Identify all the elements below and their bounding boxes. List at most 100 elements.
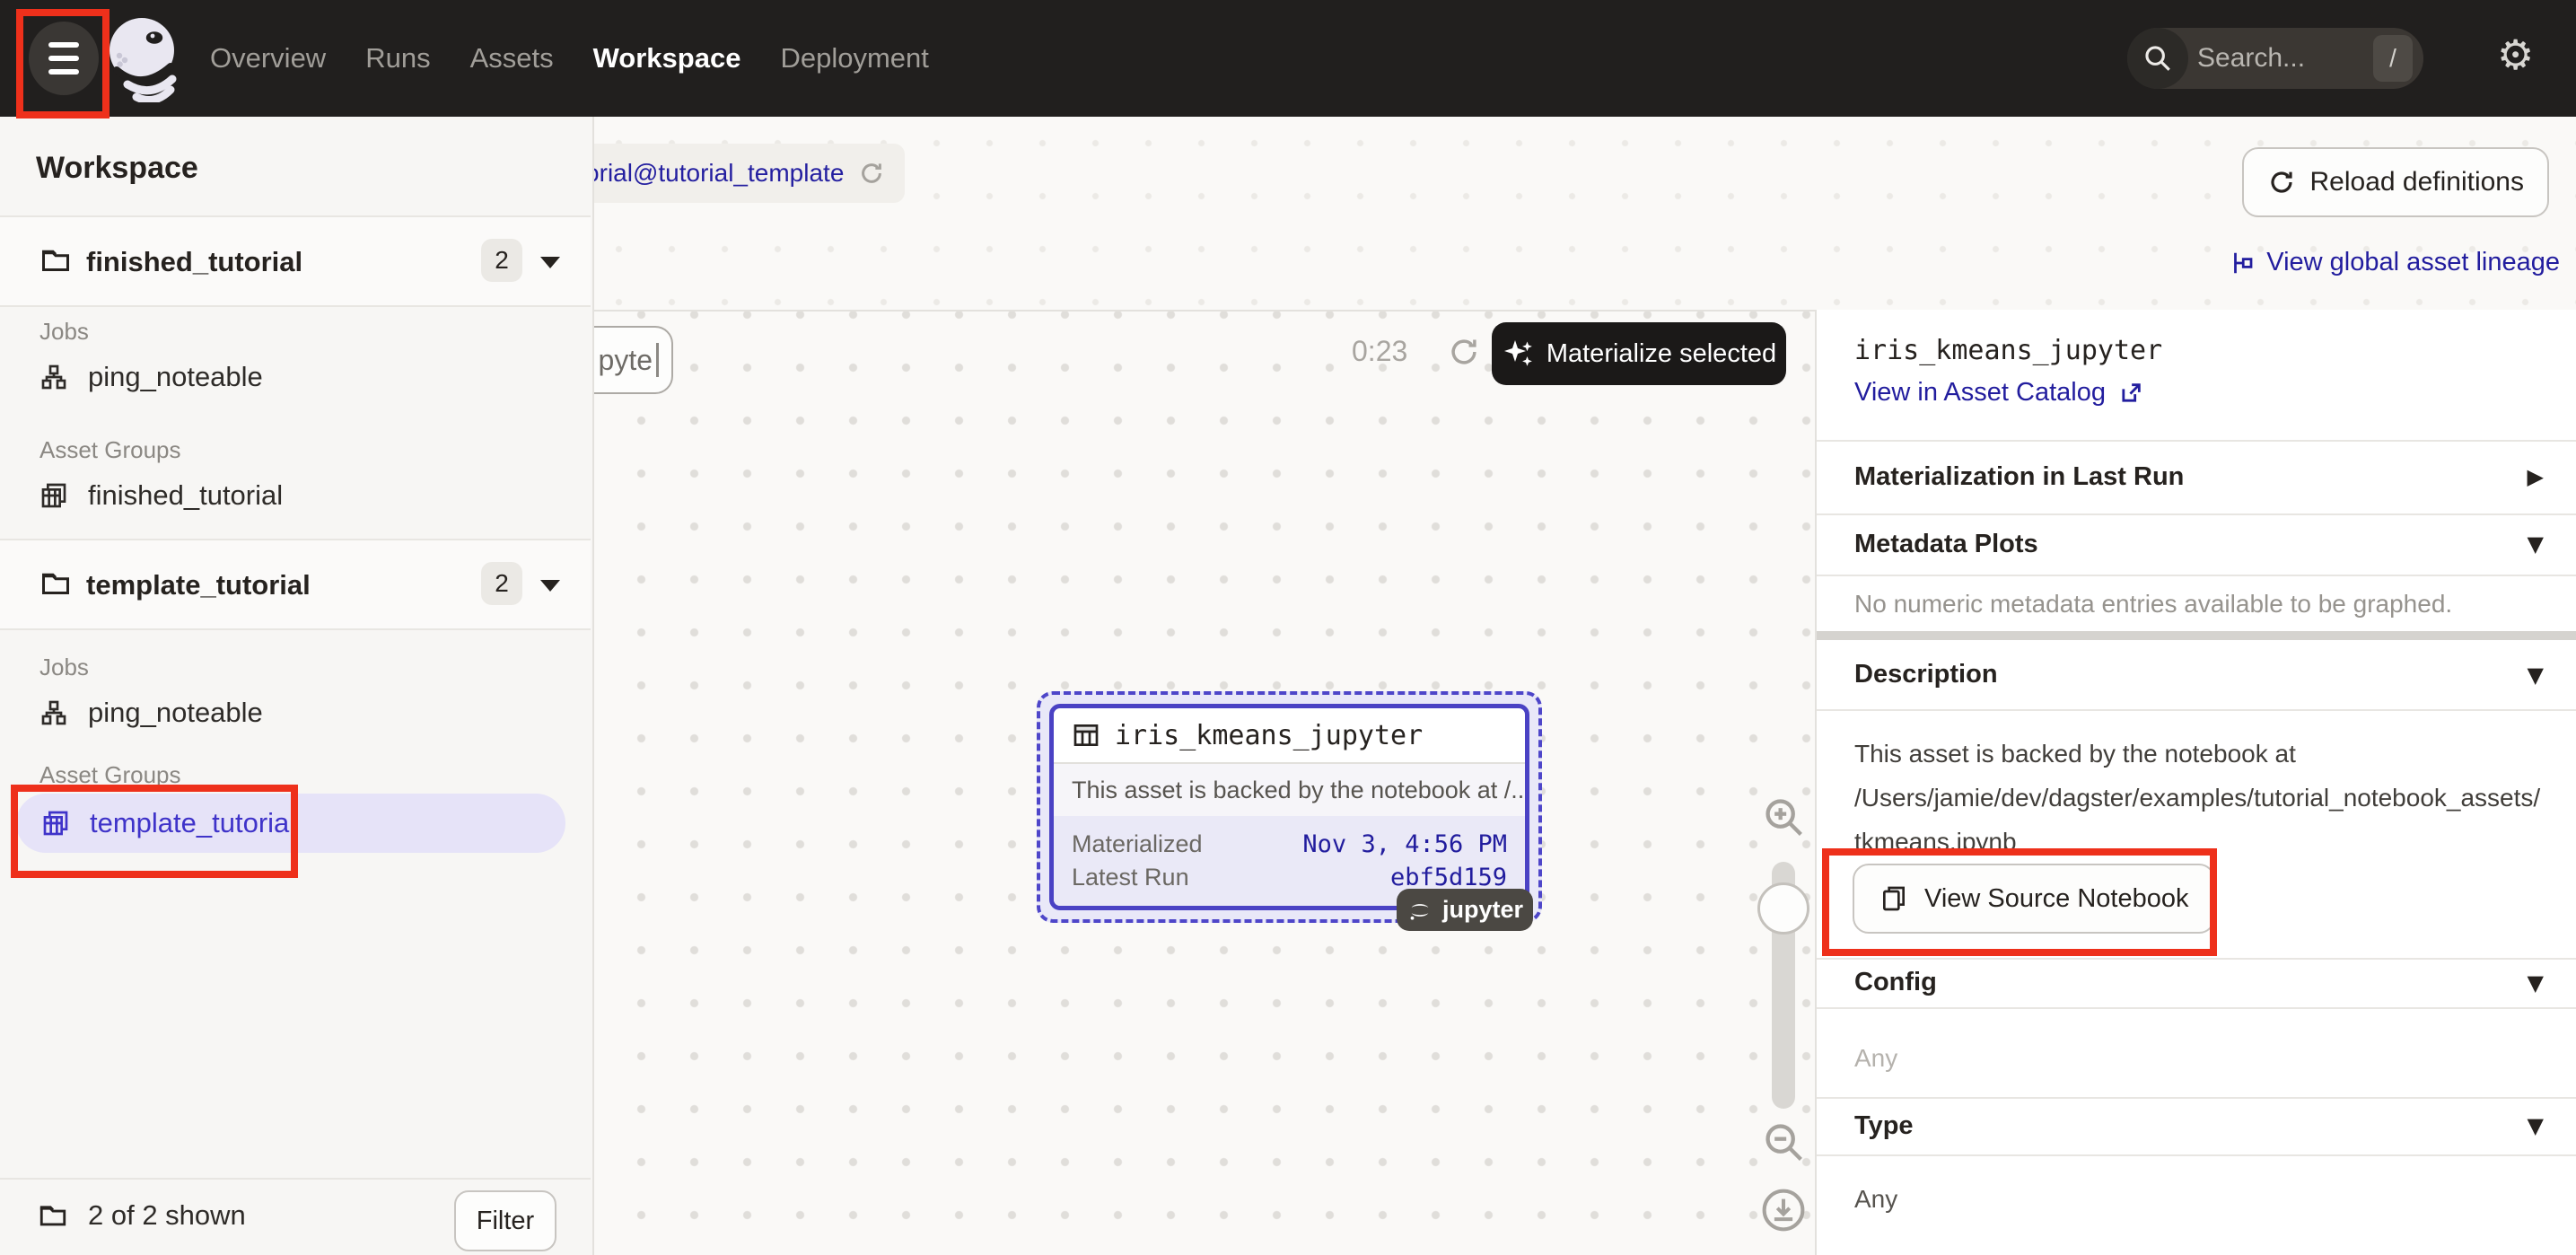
sidebar-item-job-ping-noteable-2[interactable]: ping_noteable	[39, 697, 263, 729]
metadata-plots-empty-text: No numeric metadata entries available to…	[1854, 590, 2452, 619]
asset-node[interactable]: iris_kmeans_jupyter This asset is backed…	[1049, 704, 1529, 910]
section-type[interactable]: Type ▼	[1817, 1097, 2576, 1154]
view-in-asset-catalog-link[interactable]: View in Asset Catalog	[1854, 378, 2143, 408]
asset-group-icon	[39, 481, 68, 510]
sidebar-item-group-template-tutorial-selected[interactable]: template_tutorial	[16, 794, 565, 853]
group-item-label: template_tutorial	[90, 807, 295, 839]
search-input[interactable]	[2188, 43, 2373, 74]
materialized-timestamp[interactable]: Nov 3, 4:56 PM	[1302, 830, 1507, 858]
dagster-app: Overview Runs Assets Workspace Deploymen…	[0, 0, 2576, 1255]
chevron-down-icon[interactable]	[540, 580, 560, 592]
sparkle-icon	[1502, 338, 1534, 370]
reload-definitions-button[interactable]: Reload definitions	[2242, 147, 2550, 217]
filter-button[interactable]: Filter	[454, 1190, 556, 1251]
chevron-down-icon: ▼	[2528, 970, 2544, 996]
repo-row-template-tutorial[interactable]: template_tutorial 2	[0, 540, 591, 628]
job-item-label: ping_noteable	[88, 697, 263, 729]
materialize-selected-label: Materialize selected	[1546, 339, 1776, 369]
gear-icon[interactable]: ⚙	[2497, 31, 2534, 79]
chevron-down-icon: ▼	[2528, 531, 2544, 557]
repo-name: finished_tutorial	[86, 246, 302, 278]
notebook-copy-icon	[1879, 884, 1908, 913]
external-link-icon	[2118, 381, 2143, 406]
jupyter-icon	[1406, 897, 1433, 924]
folder-icon	[39, 244, 72, 276]
download-image-icon[interactable]	[1759, 1186, 1808, 1234]
text-cursor	[656, 343, 659, 377]
lineage-link-label: View global asset lineage	[2266, 248, 2560, 277]
hamburger-menu-button[interactable]	[29, 22, 99, 95]
repo-name: template_tutorial	[86, 569, 311, 601]
repo-row-finished-tutorial[interactable]: finished_tutorial 2	[0, 217, 591, 305]
zoom-in-icon[interactable]	[1761, 794, 1808, 841]
stat-row-latest-run: Latest Run ebf5d159	[1072, 864, 1507, 891]
nav-item-assets[interactable]: Assets	[470, 0, 554, 117]
asset-node-description: This asset is backed by the notebook at …	[1054, 764, 1525, 816]
header-strip: te_tutorial@tutorial_template Reload def…	[592, 117, 2576, 312]
sidebar-item-group-finished-tutorial[interactable]: finished_tutorial	[39, 479, 283, 512]
asset-groups-label: Asset Groups	[39, 436, 181, 464]
asset-node-header: iris_kmeans_jupyter	[1054, 708, 1525, 764]
job-icon	[39, 363, 68, 391]
view-source-notebook-label: View Source Notebook	[1924, 884, 2188, 914]
job-item-label: ping_noteable	[88, 361, 263, 393]
compute-kind-tag-jupyter[interactable]: jupyter	[1397, 889, 1533, 931]
type-value: Any	[1854, 1185, 1897, 1214]
chevron-down-icon: ▼	[2528, 1113, 2544, 1138]
job-icon	[39, 698, 68, 727]
nav-item-runs[interactable]: Runs	[365, 0, 430, 117]
chevron-down-icon[interactable]	[540, 257, 560, 268]
catalog-link-label: View in Asset Catalog	[1854, 378, 2106, 408]
latest-run-id[interactable]: ebf5d159	[1390, 864, 1507, 891]
asset-groups-label: Asset Groups	[39, 761, 181, 789]
folder-icon	[38, 1200, 68, 1231]
asset-details-panel: iris_kmeans_jupyter View in Asset Catalo…	[1815, 310, 2576, 1255]
config-value: Any	[1854, 1044, 1897, 1073]
nav-item-workspace[interactable]: Workspace	[593, 0, 741, 117]
top-nav-bar: Overview Runs Assets Workspace Deploymen…	[0, 0, 2576, 117]
view-source-notebook-button[interactable]: View Source Notebook	[1853, 864, 2215, 934]
zoom-out-icon[interactable]	[1761, 1119, 1808, 1166]
shown-count-label: 2 of 2 shown	[88, 1199, 246, 1232]
nav-item-deployment[interactable]: Deployment	[780, 0, 928, 117]
section-metadata-plots[interactable]: Metadata Plots ▼	[1817, 513, 2576, 575]
reload-icon	[2267, 168, 2296, 197]
asset-node-name: iris_kmeans_jupyter	[1115, 720, 1423, 751]
nav-item-overview[interactable]: Overview	[210, 0, 326, 117]
dagster-logo[interactable]	[106, 14, 181, 102]
sidebar-title: Workspace	[36, 151, 198, 186]
table-icon	[1072, 721, 1100, 750]
sidebar-item-job-ping-noteable[interactable]: ping_noteable	[39, 361, 263, 393]
panel-asset-name: iris_kmeans_jupyter	[1854, 335, 2162, 366]
workspace-sidebar: Workspace finished_tutorial 2 Jobs ping_…	[0, 117, 594, 1255]
chip-text: pyte	[599, 344, 653, 377]
repo-count-badge: 2	[481, 562, 522, 605]
lineage-icon	[2229, 250, 2256, 276]
asset-group-icon	[41, 809, 70, 838]
reload-definitions-label: Reload definitions	[2310, 167, 2525, 197]
sidebar-footer-count: 2 of 2 shown	[38, 1199, 246, 1232]
search-shortcut-key: /	[2373, 35, 2413, 82]
jobs-label: Jobs	[39, 318, 89, 346]
chevron-down-icon: ▼	[2528, 663, 2544, 688]
chevron-right-icon: ▶	[2528, 464, 2544, 489]
section-description[interactable]: Description ▼	[1817, 640, 2576, 709]
section-config[interactable]: Config ▼	[1817, 958, 2576, 1007]
description-text: This asset is backed by the notebook at …	[1854, 732, 2542, 864]
asset-graph-canvas[interactable]: pyte 0:23 Materialize selected	[592, 310, 1815, 1255]
search-box[interactable]: /	[2127, 28, 2423, 89]
refresh-timer: 0:23	[1352, 335, 1407, 368]
main-nav: Overview Runs Assets Workspace Deploymen…	[210, 0, 929, 117]
refresh-icon[interactable]	[1447, 335, 1481, 369]
zoom-slider-handle[interactable]	[1757, 882, 1809, 935]
stat-row-materialized: Materialized Nov 3, 4:56 PM	[1072, 830, 1507, 858]
view-global-asset-lineage-link[interactable]: View global asset lineage	[2229, 248, 2560, 277]
materialize-selected-button[interactable]: Materialize selected	[1492, 322, 1786, 385]
group-item-label: finished_tutorial	[88, 479, 283, 512]
jobs-label: Jobs	[39, 654, 89, 681]
section-materialization-last-run[interactable]: Materialization in Last Run ▶	[1817, 440, 2576, 513]
jupyter-tag-label: jupyter	[1442, 896, 1523, 924]
folder-icon	[39, 567, 72, 600]
reload-icon[interactable]	[858, 160, 885, 187]
repo-count-badge: 2	[481, 239, 522, 282]
